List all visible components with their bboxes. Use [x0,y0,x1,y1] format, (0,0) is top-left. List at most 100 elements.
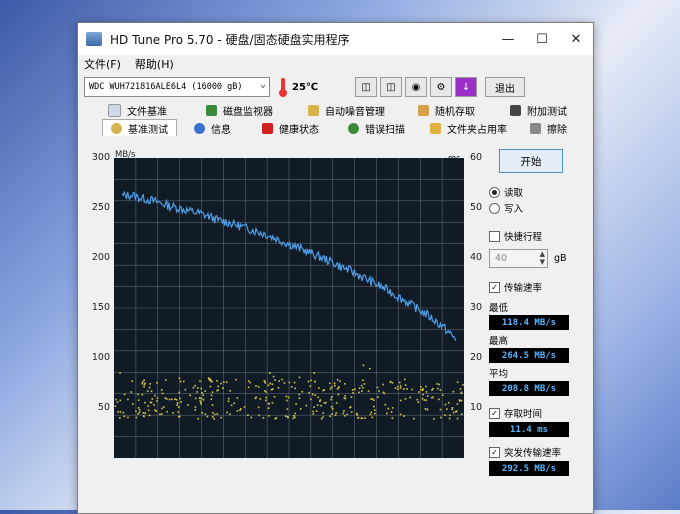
tab-label: 附加测试 [527,107,567,118]
access-time-point [432,387,434,390]
y-right-tick: 30 [470,302,483,313]
access-time-point [194,406,197,408]
maximize-icon[interactable]: ☐ [525,23,559,55]
burst-option[interactable]: ✓ 突发传输速率 [489,445,579,459]
access-time-point [204,390,206,392]
write-radio[interactable] [489,202,500,214]
access-time-point [310,379,312,382]
access-checkbox[interactable]: ✓ [489,407,500,419]
access-time-point [444,414,446,416]
tab-disk-monitor[interactable]: 磁盘监视器 [206,103,273,118]
access-time-point [115,398,117,401]
access-time-point [320,417,323,420]
burst-checkbox[interactable]: ✓ [489,446,500,458]
access-time-point [127,398,129,401]
access-time-point [217,385,219,388]
options-icon[interactable]: ⚙ [430,77,453,97]
y-left-tick: 150 [91,302,110,313]
access-time-point [335,412,337,414]
quick-label: 快捷行程 [504,232,543,243]
access-time-point [172,412,174,414]
access-time-point [179,397,181,400]
read-option[interactable]: 读取 [489,185,579,199]
exit-button[interactable]: 退出 [485,77,526,97]
access-time-point [314,381,316,383]
access-time-point [382,383,384,386]
access-time-point [265,396,267,399]
access-time-point [387,407,390,410]
access-time-point [404,384,407,386]
access-time-point [330,405,333,408]
access-time-point [459,388,462,390]
menu-help[interactable]: 帮助(H) [135,56,174,72]
access-time-point [356,414,358,416]
access-time-point [312,393,314,396]
access-time-point [178,377,181,380]
access-time-point [235,378,237,381]
tab-folder-usage[interactable]: 文件夹占用率 [430,121,507,136]
access-time-point [137,413,139,415]
access-time-point [413,417,415,420]
y-left-tick: 100 [91,352,110,363]
tab-benchmark[interactable]: 基准测试 [102,119,177,136]
access-time-point [135,410,137,413]
access-time-point [406,388,408,390]
tab-label: 自动噪音管理 [325,107,385,118]
tab-erase[interactable]: 擦除 [530,121,567,136]
access-time-point [370,398,372,400]
access-time-point [362,387,364,389]
menu-bar: 文件(F) 帮助(H) [78,55,593,73]
tab-extra-tests[interactable]: 附加测试 [510,103,567,118]
write-option[interactable]: 写入 [489,201,579,215]
access-time-point [360,384,363,387]
y-right-tick: 40 [470,252,483,263]
access-time-point [141,381,144,383]
tab-error-scan[interactable]: 错误扫描 [348,121,405,136]
close-icon[interactable]: ✕ [559,23,593,55]
burst-label: 突发传输速率 [504,448,562,459]
drive-select[interactable]: WDC WUH721816ALE6L4 (16000 gB) ⌄ [84,77,270,97]
menu-file[interactable]: 文件(F) [84,56,121,72]
tab-aam[interactable]: 自动噪音管理 [308,103,385,118]
access-time-point [453,411,455,414]
access-time-point [135,416,138,419]
minimize-icon[interactable]: — [491,23,525,55]
access-time-point [249,381,251,384]
access-time-point [199,380,201,382]
write-label: 写入 [504,204,524,215]
access-time-point [207,377,210,379]
access-time-point [200,401,202,403]
access-time-point [269,372,271,374]
camera-icon[interactable]: ◉ [405,77,428,97]
access-time-point [117,411,119,413]
access-time-point [211,391,214,393]
tab-info[interactable]: 信息 [194,121,231,136]
access-time-point [178,391,180,394]
hdtune-window: HD Tune Pro 5.70 - 硬盘/固态硬盘实用程序 — ☐ ✕ 文件(… [77,22,594,514]
start-button[interactable]: 开始 [499,149,563,173]
tab-file-benchmark[interactable]: 文件基准 [108,103,167,118]
transfer-option[interactable]: ✓ 传输速率 [489,280,579,294]
access-time-point [283,382,286,384]
copy-alt-icon[interactable]: ◫ [380,77,403,97]
quick-option[interactable]: 快捷行程 [489,229,579,243]
copy-icon[interactable]: ◫ [355,77,378,97]
access-time-point [436,387,439,390]
access-time-point [194,384,196,387]
access-time-point [371,398,374,400]
read-radio[interactable] [489,186,500,198]
access-time-point [448,417,451,420]
quick-checkbox[interactable] [489,230,500,242]
access-time-point [174,398,176,400]
access-option[interactable]: ✓ 存取时间 [489,406,579,420]
access-time-point [137,393,139,396]
access-time-point [194,409,197,411]
tab-random-access[interactable]: 随机存取 [418,103,475,118]
access-time-point [317,396,319,399]
tab-health[interactable]: 健康状态 [262,121,319,136]
transfer-checkbox[interactable]: ✓ [489,281,500,293]
read-label: 读取 [504,188,524,199]
quick-stepper[interactable]: 40 ▲ ▼ [489,249,548,268]
save-down-icon[interactable]: ↓ [455,77,478,97]
burst-value: 292.5 MB/s [489,461,569,476]
